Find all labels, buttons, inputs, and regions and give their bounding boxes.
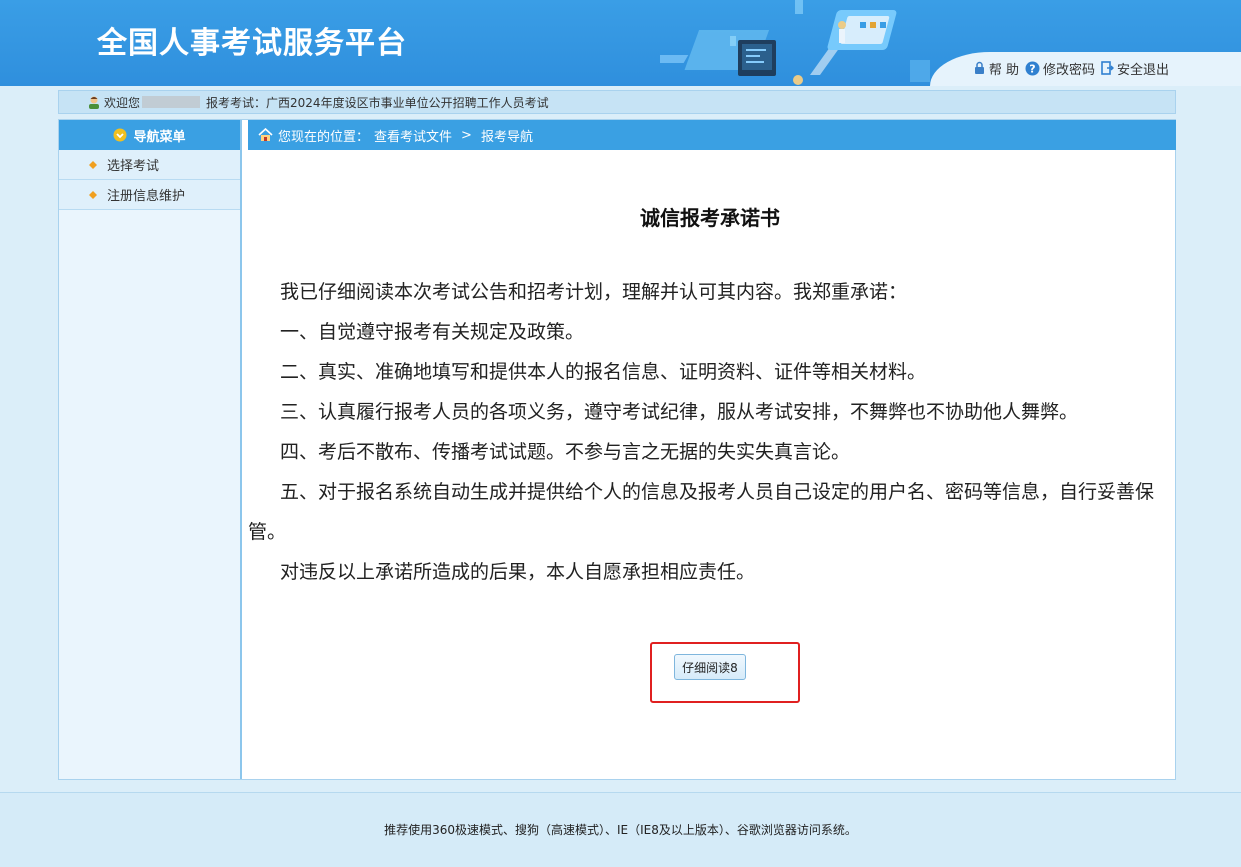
question-icon: ? xyxy=(1025,61,1040,76)
read-carefully-button[interactable]: 仔细阅读8 xyxy=(674,654,746,680)
site-title: 全国人事考试服务平台 xyxy=(97,26,407,61)
content-area: 您现在的位置： 查看考试文件 > 报考导航 诚信报考承诺书 我已仔细阅读本次考试… xyxy=(248,120,1176,779)
document-paragraph: 二、真实、准确地填写和提供本人的报名信息、证明资料、证件等相关材料。 xyxy=(280,361,927,383)
bullet-icon xyxy=(89,160,97,169)
chevron-down-icon xyxy=(113,128,127,142)
document-paragraph: 一、自觉遵守报考有关规定及政策。 xyxy=(280,321,585,343)
header-links: 帮 助 ? 修改密码 安全退出 xyxy=(973,58,1169,78)
breadcrumb-path[interactable]: 查看考试文件 xyxy=(374,126,452,145)
logout-icon xyxy=(1101,61,1114,75)
help-label: 帮 助 xyxy=(988,62,1019,78)
document-paragraph: 对违反以上承诺所造成的后果，本人自愿承担相应责任。 xyxy=(280,561,756,583)
document-paragraph: 我已仔细阅读本次考试公告和招考计划，理解并认可其内容。我郑重承诺： xyxy=(280,281,908,303)
welcome-bar: 欢迎您 报考考试： 广西2024年度设区市事业单位公开招聘工作人员考试 xyxy=(58,90,1176,114)
main-frame: 导航菜单 选择考试 注册信息维护 您现在的位置： 查看考试文件 > 报考导航 诚… xyxy=(58,119,1176,780)
change-password-label: 修改密码 xyxy=(1042,62,1095,78)
bullet-icon xyxy=(89,190,97,199)
username-redacted xyxy=(142,96,201,108)
exam-name: 广西2024年度设区市事业单位公开招聘工作人员考试 xyxy=(266,95,549,110)
document-paragraph: 五、对于报名系统自动生成并提供给个人的信息及报考人员自己设定的用户名、密码等信息… xyxy=(248,481,1155,543)
breadcrumb: 您现在的位置： 查看考试文件 > 报考导航 xyxy=(248,120,1176,150)
svg-text:?: ? xyxy=(1029,62,1035,75)
breadcrumb-current: 报考导航 xyxy=(480,129,533,145)
sidebar-heading-label: 导航菜单 xyxy=(133,129,186,145)
user-icon xyxy=(87,95,101,109)
sidebar-item-label: 选择考试 xyxy=(107,159,160,174)
breadcrumb-prefix: 您现在的位置： xyxy=(278,129,370,145)
change-password-link[interactable]: ? 修改密码 xyxy=(1025,59,1095,78)
exam-label: 报考考试： xyxy=(206,95,267,110)
breadcrumb-separator: > xyxy=(461,127,472,143)
sidebar-item-select-exam[interactable]: 选择考试 xyxy=(59,150,240,180)
welcome-greeting: 欢迎您 xyxy=(104,95,141,110)
sidebar-heading: 导航菜单 xyxy=(59,120,240,150)
document-title: 诚信报考承诺书 xyxy=(640,206,780,230)
document-body: 我已仔细阅读本次考试公告和招考计划，理解并认可其内容。我郑重承诺： 一、自觉遵守… xyxy=(248,272,1170,592)
header-illustration xyxy=(660,0,930,85)
help-link[interactable]: 帮 助 xyxy=(973,59,1019,78)
site-header: 全国人事考试服务平台 帮 助 ? 修改密码 安全退出 xyxy=(0,0,1241,86)
logout-link[interactable]: 安全退出 xyxy=(1101,59,1169,78)
footer-divider xyxy=(0,792,1241,793)
home-icon xyxy=(258,128,273,142)
document-paragraph: 四、考后不散布、传播考试试题。不参与言之无据的失实失真言论。 xyxy=(280,441,851,463)
footer-text: 推荐使用360极速模式、搜狗（高速模式）、IE（IE8及以上版本）、谷歌浏览器访… xyxy=(384,823,857,837)
logout-label: 安全退出 xyxy=(1116,62,1169,78)
highlight-box: 仔细阅读8 xyxy=(650,642,800,703)
sidebar-item-label: 注册信息维护 xyxy=(107,189,186,204)
sidebar: 导航菜单 选择考试 注册信息维护 xyxy=(59,120,242,779)
footer: 推荐使用360极速模式、搜狗（高速模式）、IE（IE8及以上版本）、谷歌浏览器访… xyxy=(0,792,1241,867)
document-paragraph: 三、认真履行报考人员的各项义务，遵守考试纪律，服从考试安排，不舞弊也不协助他人舞… xyxy=(280,401,1079,423)
lock-icon xyxy=(973,61,986,75)
sidebar-item-registration-info[interactable]: 注册信息维护 xyxy=(59,180,240,210)
